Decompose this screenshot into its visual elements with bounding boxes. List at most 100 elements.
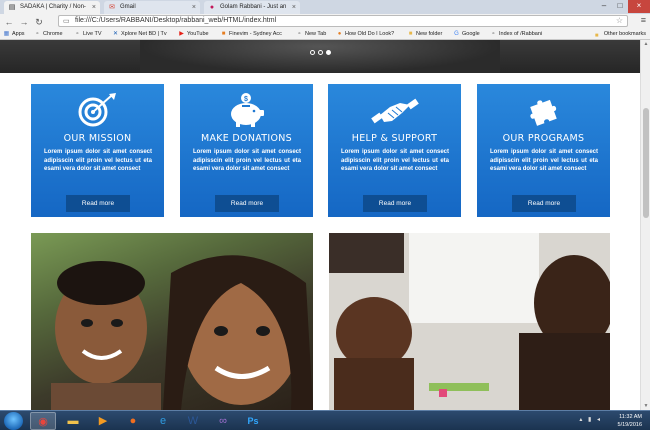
media-player-icon[interactable]: ▶ [90,412,116,430]
bookmark-chrome[interactable]: ▫ Chrome [34,29,63,39]
card-title: HELP & SUPPORT [351,133,438,144]
bookmark-youtube[interactable]: ▶ YouTube [178,29,209,39]
close-tab-icon[interactable]: × [92,1,96,14]
read-more-button[interactable]: Read more [363,195,427,212]
explorer-folder-icon[interactable]: ▬ [60,412,86,430]
photoshop-icon[interactable]: Ps [240,412,266,430]
x-icon: ✕ [112,31,119,37]
page-icon: ▫ [298,31,301,37]
card-make-donations: $ MAKE DONATIONS Lorem ipsum dolor sit a… [180,84,313,217]
back-arrow-icon[interactable]: ← [3,16,15,28]
forward-arrow-icon[interactable]: → [18,16,30,28]
bookmark-label: Chrome [43,31,63,37]
target-icon [31,91,164,129]
scrollbar-thumb[interactable] [643,108,649,218]
photo-child-receiving-care [329,233,610,410]
other-bookmarks[interactable]: ■ Other bookmarks [595,29,646,39]
reload-icon[interactable]: ↻ [33,16,45,28]
start-button[interactable] [4,412,23,430]
slider-dots [310,50,331,55]
close-window-button[interactable]: × [628,0,650,13]
slider-dot[interactable] [310,50,315,55]
browser-tab-strip: ▤ SADAKA | Charity / Non- × ✉ Gmail × ● … [0,0,650,14]
read-more-button[interactable]: Read more [512,195,576,212]
folder-icon: ■ [408,31,413,37]
tab-title: Gmail [120,4,136,10]
bookmark-label: Google [462,31,480,37]
bookmark-apps[interactable]: ▦ Apps [3,29,25,39]
card-title: OUR MISSION [63,133,132,144]
card-text: Lorem ipsum dolor sit amet consect adipi… [341,149,449,173]
firefox-icon[interactable]: ● [120,412,146,430]
hero-slider [0,40,640,73]
clock-date: 5/19/2016 [617,422,642,428]
read-more-button[interactable]: Read more [66,195,130,212]
bookmark-label: YouTube [187,31,209,37]
slider-dot[interactable] [318,50,323,55]
bookmark-label: Index of /Rabbani [499,31,543,37]
windows-taskbar: ◉ ▬ ▶ ● e W ∞ Ps ▴ ▮ ◂ 11:32 AM 5/19/201… [0,410,650,430]
tab-sadaka[interactable]: ▤ SADAKA | Charity / Non- × [4,1,100,14]
bookmark-label: Live TV [83,31,102,37]
youtube-icon: ▶ [179,31,184,37]
internet-explorer-icon[interactable]: e [150,412,176,430]
tab-title: Golam Rabbani - Just an [220,4,287,10]
close-tab-icon[interactable]: × [292,1,296,14]
card-text: Lorem ipsum dolor sit amet consect adipi… [193,149,301,173]
card-text: Lorem ipsum dolor sit amet consect adipi… [44,149,152,173]
photo-smiling-children [31,233,313,410]
bookmark-new-folder[interactable]: ■ New folder [407,29,443,39]
google-icon: G [454,31,459,37]
tab-gmail[interactable]: ✉ Gmail × [104,1,200,14]
apps-icon: ▦ [3,31,10,37]
bookmarks-bar: ▦ Apps ▫ Chrome ▫ Live TV ✕ Xplore Net BD | … [0,29,650,40]
page-icon: ● [337,31,342,37]
bookmark-label: How Old Do I Look? [345,31,395,37]
address-bar[interactable]: ▭ file:///C:/Users/RABBANI/Desktop/rabba… [58,15,628,27]
bookmark-xplore[interactable]: ✕ Xplore Net BD | Tv [112,29,167,39]
bookmark-google[interactable]: G Google [453,29,480,39]
bookmark-index-rabbani[interactable]: ▫ Index of /Rabbani [490,29,542,39]
url-text: file:///C:/Users/RABBANI/Desktop/rabbani… [75,17,277,24]
page-icon: ■ [221,31,226,37]
handshake-icon [328,91,461,129]
slider-dot-active[interactable] [326,50,331,55]
bookmark-label: Xplore Net BD | Tv [121,31,167,37]
bookmark-how-old[interactable]: ● How Old Do I Look? [336,29,395,39]
scroll-down-icon[interactable]: ▼ [641,402,650,410]
bookmark-label: New folder [416,31,443,37]
bookmark-label: Other bookmarks [603,31,646,37]
profile-icon: ● [209,4,215,11]
bookmark-label: Apps [12,31,25,37]
close-tab-icon[interactable]: × [192,1,196,14]
minimize-button[interactable]: – [596,0,612,13]
puzzle-icon [477,91,610,129]
scroll-up-icon[interactable]: ▲ [641,40,650,48]
card-our-mission: OUR MISSION Lorem ipsum dolor sit amet c… [31,84,164,217]
tab-golam-rabbani[interactable]: ● Golam Rabbani - Just an × [204,1,300,14]
page-icon: ▫ [76,31,79,37]
browser-toolbar: ← → ↻ ▭ file:///C:/Users/RABBANI/Desktop… [0,14,650,29]
svg-text:$: $ [244,96,248,103]
system-tray-icons[interactable]: ▴ ▮ ◂ [579,416,602,423]
star-icon[interactable]: ☆ [616,16,623,26]
bookmark-label: Finevim - Sydney Acc [229,31,282,37]
system-clock[interactable]: 11:32 AM 5/19/2016 [618,413,642,429]
window-controls: – □ × [596,0,650,13]
chrome-icon[interactable]: ◉ [30,412,56,430]
bookmark-live-tv[interactable]: ▫ Live TV [74,29,102,39]
visual-studio-icon[interactable]: ∞ [210,412,236,430]
read-more-button[interactable]: Read more [215,195,279,212]
page-scrollbar[interactable]: ▲ ▼ [640,40,650,410]
word-icon[interactable]: W [180,412,206,430]
menu-icon[interactable]: ≡ [641,15,646,25]
bookmark-finevim[interactable]: ■ Finevim - Sydney Acc [220,29,282,39]
piggy-bank-icon: $ [180,91,313,129]
gmail-icon: ✉ [109,4,115,11]
maximize-button[interactable]: □ [612,0,628,13]
bookmark-new-tab[interactable]: ▫ New Tab [296,29,326,39]
card-title: MAKE DONATIONS [200,133,293,144]
page-viewport: OUR MISSION Lorem ipsum dolor sit amet c… [0,40,640,410]
bookmark-label: New Tab [305,31,327,37]
card-title: OUR PROGRAMS [502,133,585,144]
